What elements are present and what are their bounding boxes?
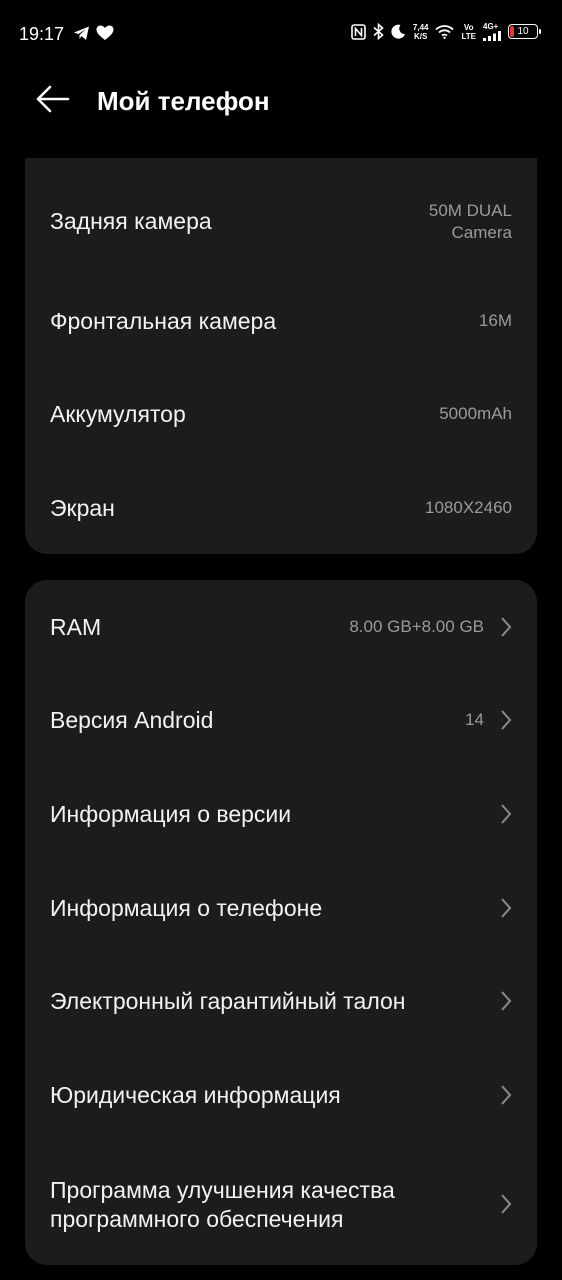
software-improvement-label: Программа улучшения качества программног…: [50, 1177, 395, 1232]
arrow-left-icon: [36, 85, 70, 113]
legal-info-row[interactable]: Юридическая информация: [25, 1049, 537, 1143]
status-bar: 19:17 7,44 K/S Vo LTE 4G+ 10: [0, 0, 562, 70]
ram-value: 8.00 GB+8.00 GB: [349, 617, 484, 636]
front-camera-value: 16M: [478, 311, 512, 330]
system-status-icons: 7,44 K/S Vo LTE 4G+ 10: [351, 22, 541, 41]
version-info-row[interactable]: Информация о версии: [25, 768, 537, 862]
moon-icon: [391, 24, 405, 39]
android-version-value: 14: [465, 710, 484, 729]
hardware-specs-card: Задняя камера 50M DUAL Camera Фронтальна…: [25, 158, 537, 554]
legal-info-label: Юридическая информация: [50, 1082, 341, 1108]
screen-value: 1080X2460: [425, 498, 512, 517]
battery-level-fill: [510, 26, 514, 37]
network-speed: 7,44 K/S: [412, 22, 429, 41]
android-version-label: Версия Android: [50, 707, 214, 733]
chevron-right-icon: [501, 1194, 512, 1214]
phone-info-row[interactable]: Информация о телефоне: [25, 862, 537, 956]
bluetooth-icon: [373, 23, 384, 40]
software-improvement-row[interactable]: Программа улучшения качества программног…: [25, 1143, 537, 1265]
battery-value: 5000mAh: [439, 404, 512, 423]
ram-label: RAM: [50, 614, 102, 640]
wifi-icon: [435, 24, 455, 39]
rear-camera-row: Задняя камера 50M DUAL Camera: [25, 180, 537, 270]
chevron-right-icon: [501, 710, 512, 730]
nfc-icon: [351, 23, 366, 40]
notification-icons: [73, 25, 114, 41]
page-title: Мой телефон: [97, 86, 270, 116]
rear-camera-label: Задняя камера: [50, 208, 212, 234]
back-button[interactable]: [32, 82, 74, 118]
system-info-card: RAM 8.00 GB+8.00 GB Версия Android 14 Ин…: [25, 580, 537, 1265]
chevron-right-icon: [501, 898, 512, 918]
battery-row: Аккумулятор 5000mAh: [25, 370, 537, 460]
front-camera-row: Фронтальная камера 16M: [25, 276, 537, 366]
chevron-right-icon: [501, 617, 512, 637]
screen-row: Экран 1080X2460: [25, 464, 537, 554]
battery-level: 10: [517, 26, 529, 37]
chevron-right-icon: [501, 804, 512, 824]
battery-label: Аккумулятор: [50, 401, 186, 427]
phone-info-label: Информация о телефоне: [50, 895, 323, 921]
screen-label: Экран: [50, 495, 115, 521]
front-camera-label: Фронтальная камера: [50, 308, 277, 334]
telegram-icon: [74, 26, 89, 40]
rear-camera-value: 50M DUAL Camera: [428, 201, 512, 242]
android-version-row[interactable]: Версия Android 14: [25, 674, 537, 768]
battery-icon: 10: [508, 24, 541, 39]
warranty-row[interactable]: Электронный гарантийный талон: [25, 955, 537, 1049]
cellular-signal: 4G+: [483, 22, 501, 41]
version-info-label: Информация о версии: [50, 801, 292, 827]
signal-icon: [483, 31, 501, 41]
ram-row[interactable]: RAM 8.00 GB+8.00 GB: [25, 580, 537, 674]
warranty-label: Электронный гарантийный талон: [50, 988, 406, 1014]
app-header: Мой телефон: [0, 70, 562, 140]
chevron-right-icon: [501, 1085, 512, 1105]
volte-indicator: Vo LTE: [461, 22, 476, 41]
status-time: 19:17: [19, 24, 65, 44]
heart-icon: [96, 25, 114, 40]
chevron-right-icon: [501, 991, 512, 1011]
